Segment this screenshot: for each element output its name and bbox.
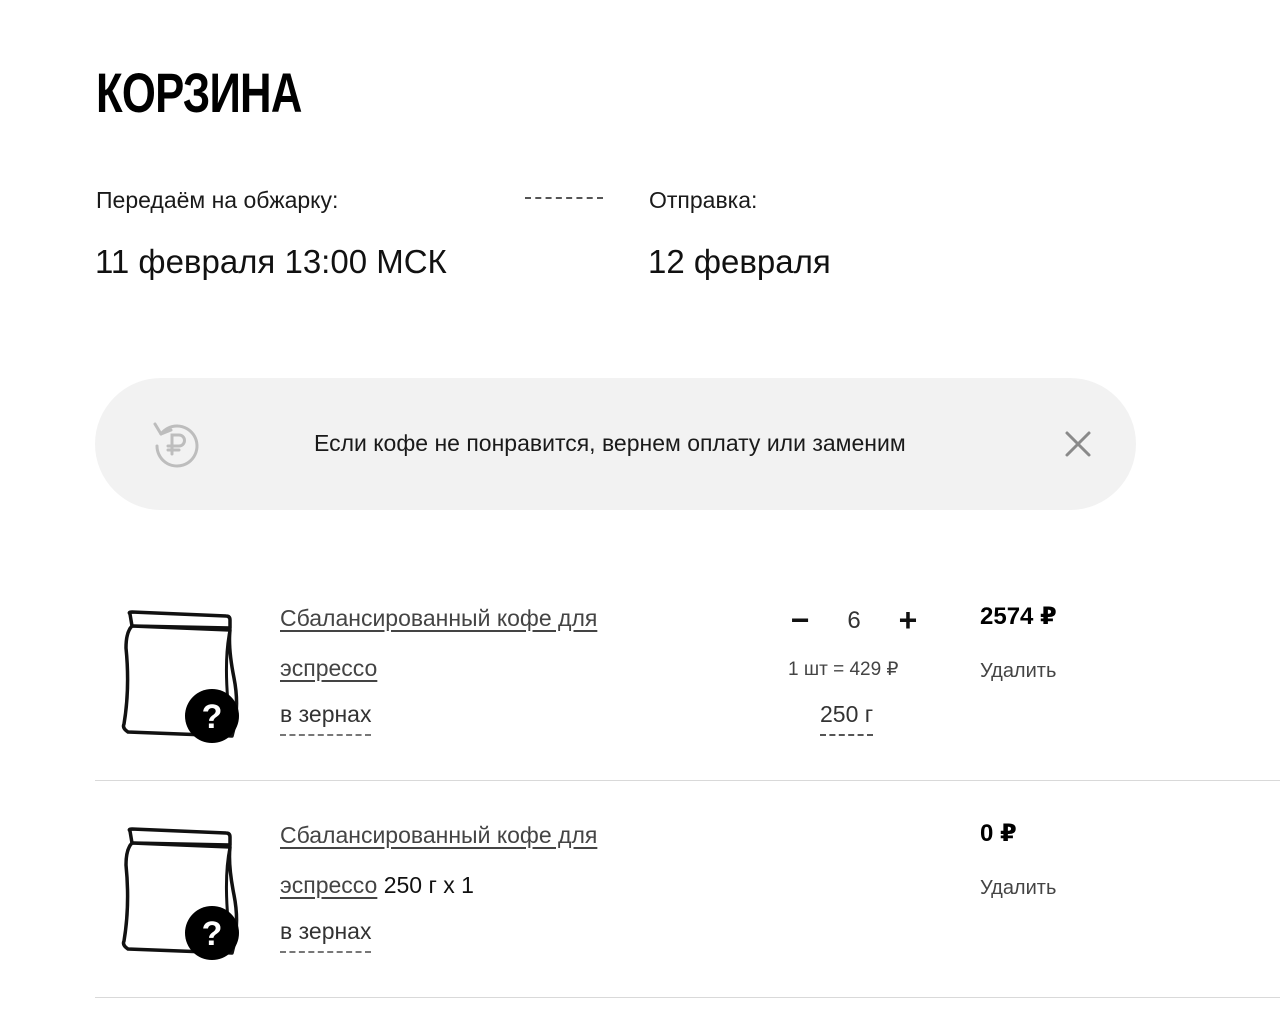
ship-date: 12 февраля [648,243,831,280]
product-link-line1[interactable]: Сбалансированный кофе для [280,605,597,631]
item-price: 2574 ₽ [980,603,1057,630]
svg-text:?: ? [202,915,223,953]
schedule-separator [525,197,603,199]
product-link-line1[interactable]: Сбалансированный кофе для [280,822,597,848]
weight-quantity-text: 250 г x 1 [377,872,474,898]
item-divider [95,997,1280,998]
product-link-line2[interactable]: эспрессо [280,655,377,681]
coffee-bag-icon: ? [121,827,239,960]
delete-button[interactable]: Удалить [980,875,1056,901]
coffee-bag-icon: ? [121,610,239,743]
decrease-button[interactable]: − [786,604,814,636]
product-link-line2[interactable]: эспрессо [280,872,377,898]
increase-button[interactable]: + [894,604,922,636]
roast-label: Передаём на обжарку: [96,187,339,213]
item-price: 0 ₽ [980,820,1017,847]
close-icon[interactable] [1063,429,1093,459]
svg-text:?: ? [202,698,223,736]
quantity-value: 6 [847,607,861,634]
grind-selector[interactable]: в зернах [280,917,372,953]
product-name[interactable]: Сбалансированный кофе для эспрессо [280,593,700,693]
weight-selector[interactable]: 250 г [820,700,874,736]
quantity-stepper: − 6 + [786,604,922,644]
page-title: КОРЗИНА [96,61,302,124]
unit-price: 1 шт = 429 ₽ [788,659,899,680]
guarantee-text: Если кофе не понравится, вернем оплату и… [314,430,906,456]
product-name[interactable]: Сбалансированный кофе для эспрессо 250 г… [280,810,700,910]
cart-item: ? Сбалансированный кофе для эспрессо 250… [0,781,1280,998]
guarantee-banner: Если кофе не понравится, вернем оплату и… [95,378,1136,510]
roast-date: 11 февраля 13:00 МСК [95,243,447,280]
delete-button[interactable]: Удалить [980,658,1056,684]
grind-selector[interactable]: в зернах [280,700,372,736]
cart-item: ? Сбалансированный кофе для эспрессо в з… [0,564,1280,781]
ruble-refund-icon [153,422,199,468]
ship-label: Отправка: [649,187,758,213]
